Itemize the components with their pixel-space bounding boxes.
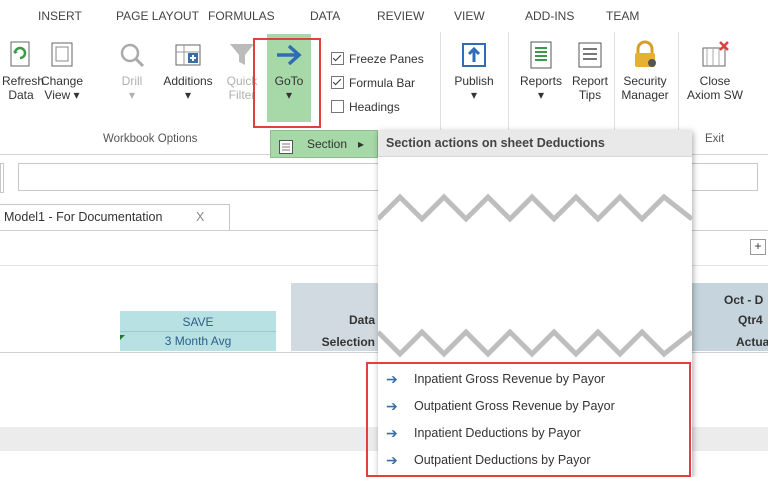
menu-items-highlight-box bbox=[366, 362, 691, 477]
section-label: Section bbox=[307, 137, 348, 151]
reports-label: Reports bbox=[519, 74, 563, 88]
three-month-avg-label: 3 Month Avg bbox=[164, 334, 232, 348]
doc-tab-label: Model1 - For Documentation bbox=[4, 210, 163, 224]
refresh-label-1: Refresh bbox=[2, 74, 45, 88]
doc-tab-close-icon[interactable]: X bbox=[196, 205, 204, 229]
tab-team[interactable]: TEAM bbox=[606, 9, 639, 23]
publish-button[interactable]: Publish ▾ bbox=[448, 40, 500, 102]
reports-button[interactable]: Reports ▾ bbox=[518, 40, 564, 102]
tab-view[interactable]: VIEW bbox=[454, 9, 485, 23]
selection-label: Selection bbox=[321, 335, 375, 349]
close-label-2: Axiom SW bbox=[686, 88, 743, 102]
change-view-icon bbox=[47, 40, 77, 70]
formula-bar-label: Formula Bar bbox=[349, 76, 416, 90]
menu-header: Section actions on sheet Deductions bbox=[378, 130, 692, 157]
cell-divider bbox=[120, 331, 276, 332]
section-menu-button[interactable]: Section ▸ bbox=[270, 130, 378, 158]
section-icon bbox=[279, 137, 293, 154]
qtr-label: Qtr4 bbox=[738, 313, 763, 327]
section-chevron-icon: ▸ bbox=[358, 137, 365, 151]
close-icon bbox=[700, 40, 730, 70]
cell-marker bbox=[120, 335, 125, 340]
additions-dropdown-arrow: ▾ bbox=[184, 88, 192, 102]
report-tips-label-1: Report bbox=[571, 74, 609, 88]
security-manager-button[interactable]: Security Manager bbox=[618, 40, 672, 102]
tab-add-ins[interactable]: ADD-INS bbox=[525, 9, 574, 23]
headings-label: Headings bbox=[349, 100, 400, 114]
menu-elided-region bbox=[378, 157, 692, 372]
formula-bar-checkbox[interactable]: Formula Bar bbox=[331, 76, 415, 90]
headings-checkbox[interactable]: Headings bbox=[331, 100, 400, 114]
close-label-1: Close bbox=[699, 74, 731, 88]
additions-label: Additions bbox=[163, 74, 213, 88]
expand-plus-icon[interactable]: + bbox=[750, 239, 766, 255]
drill-button[interactable]: Drill ▾ bbox=[112, 40, 152, 102]
ribbon-tabs: INSERT PAGE LAYOUT FORMULAS DATA REVIEW … bbox=[0, 0, 768, 30]
group-label-exit: Exit bbox=[705, 133, 725, 145]
save-header-cell: SAVE 3 Month Avg bbox=[120, 311, 276, 351]
name-box[interactable] bbox=[0, 163, 4, 193]
tab-insert[interactable]: INSERT bbox=[38, 9, 82, 23]
change-label-2: View ▾ bbox=[44, 88, 80, 102]
additions-icon bbox=[173, 40, 203, 70]
tab-data[interactable]: DATA bbox=[310, 9, 340, 23]
change-label-1: Change bbox=[40, 74, 84, 88]
publish-label: Publish bbox=[454, 74, 494, 88]
refresh-label-2: Data bbox=[8, 88, 34, 102]
security-label-2: Manager bbox=[621, 88, 669, 102]
publish-icon bbox=[459, 40, 489, 70]
reports-dropdown-arrow: ▾ bbox=[537, 88, 545, 102]
change-view-button[interactable]: Change View ▾ bbox=[40, 40, 84, 102]
actual-label: Actua bbox=[736, 335, 768, 349]
refresh-icon bbox=[6, 40, 36, 70]
close-axiom-button[interactable]: Close Axiom SW bbox=[684, 40, 746, 102]
freeze-panes-checkbox[interactable]: Freeze Panes bbox=[331, 52, 424, 66]
freeze-panes-label: Freeze Panes bbox=[349, 52, 424, 66]
tab-review[interactable]: REVIEW bbox=[377, 9, 424, 23]
save-label: SAVE bbox=[182, 315, 214, 329]
drill-label: Drill bbox=[121, 74, 143, 88]
data-selection-header: Data Selection bbox=[291, 283, 379, 351]
lock-icon bbox=[630, 40, 660, 70]
doc-tab[interactable]: Model1 - For Documentation X bbox=[0, 204, 230, 230]
drill-dropdown-arrow: ▾ bbox=[128, 88, 136, 102]
oct-dec-header: Oct - D Qtr4 Actua bbox=[692, 283, 768, 351]
data-label: Data bbox=[348, 313, 375, 327]
report-tips-icon bbox=[575, 40, 605, 70]
goto-highlight-box bbox=[253, 38, 321, 128]
security-label-1: Security bbox=[623, 74, 667, 88]
publish-dropdown-arrow: ▾ bbox=[470, 88, 478, 102]
reports-icon bbox=[526, 40, 556, 70]
report-tips-label-2: Tips bbox=[578, 88, 602, 102]
tab-formulas[interactable]: FORMULAS bbox=[208, 9, 275, 23]
tab-page-layout[interactable]: PAGE LAYOUT bbox=[116, 9, 199, 23]
additions-button[interactable]: Additions ▾ bbox=[158, 40, 218, 102]
report-tips-button[interactable]: Report Tips bbox=[568, 40, 612, 102]
drill-icon bbox=[117, 40, 147, 70]
oct-label: Oct - D bbox=[724, 293, 764, 307]
refresh-data-button[interactable]: Refresh Data bbox=[2, 40, 45, 102]
group-label-workbook-options: Workbook Options bbox=[103, 133, 198, 145]
